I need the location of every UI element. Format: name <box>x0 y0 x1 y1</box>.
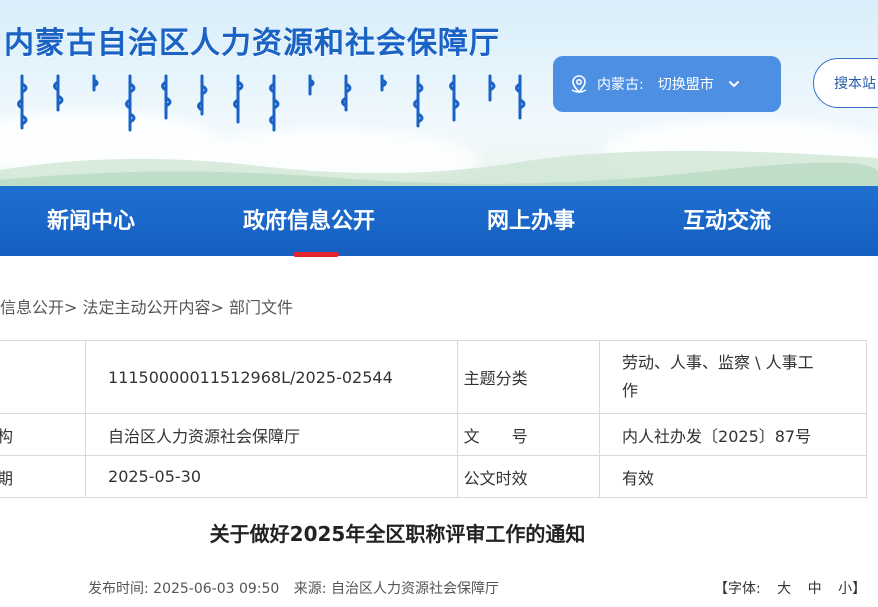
article-title: 关于做好2025年全区职称评审工作的通知 <box>209 522 586 546</box>
main-nav: 新闻中心 政府信息公开 网上办事 互动交流 <box>0 186 878 256</box>
org-key: 构 <box>0 413 87 456</box>
location-pin-icon <box>571 75 587 94</box>
site-banner: 内蒙古自治区人力资源和社会保障厅 内蒙古: 切换盟市 搜本站 <box>0 0 878 190</box>
region-switch-button[interactable]: 内蒙古: 切换盟市 <box>553 56 781 112</box>
index-no-key <box>0 340 87 414</box>
font-size-large[interactable]: 大 <box>777 581 791 597</box>
breadcrumb-separator: > <box>210 298 230 317</box>
breadcrumb-item[interactable]: 府信息公开 <box>0 298 64 317</box>
chevron-down-icon <box>728 81 739 88</box>
doc-no-key: 文 号 <box>456 413 601 456</box>
topic-value: 劳动、人事、监察 \ 人事工作 <box>599 340 867 414</box>
site-search-button[interactable]: 搜本站 <box>813 58 878 108</box>
topic-value-line2: 作 <box>622 381 639 400</box>
table-row: 期 2025-05-30 公文时效 有效 <box>0 455 867 498</box>
mongolian-script-logo <box>17 74 526 132</box>
breadcrumb: 府信息公开> 法定主动公开内容> 部门文件 <box>0 294 293 318</box>
doc-no-value: 内人社办发〔2025〕87号 <box>599 413 867 456</box>
document-info-table: 11150000011512968L/2025-02544 主题分类 劳动、人事… <box>0 340 867 498</box>
nav-item-news[interactable]: 新闻中心 <box>47 186 135 256</box>
breadcrumb-separator: > <box>64 298 83 317</box>
site-search-label: 搜本站 <box>834 76 876 92</box>
font-size-small[interactable]: 小】 <box>838 581 866 597</box>
site-title: 内蒙古自治区人力资源和社会保障厅 <box>4 26 500 61</box>
font-size-label: 【字体: <box>714 581 761 597</box>
source-value: 自治区人力资源社会保障厅 <box>330 581 499 597</box>
org-value: 自治区人力资源社会保障厅 <box>85 413 458 456</box>
nav-item-interaction[interactable]: 互动交流 <box>683 186 771 256</box>
topic-key: 主题分类 <box>456 340 601 414</box>
publish-time-label: 发布时间: <box>88 581 149 597</box>
region-switch-label: 切换盟市 <box>657 77 714 93</box>
date-value: 2025-05-30 <box>85 455 458 498</box>
publish-time: 2025-06-03 09:50 <box>153 581 280 597</box>
date-key: 期 <box>0 455 87 498</box>
nav-item-online-services[interactable]: 网上办事 <box>487 186 575 256</box>
validity-key: 公文时效 <box>456 455 601 498</box>
topic-value-line1: 劳动、人事、监察 \ 人事工 <box>622 353 814 372</box>
breadcrumb-item[interactable]: 法定主动公开内容 <box>83 298 211 317</box>
nav-active-indicator <box>293 252 339 257</box>
nav-item-gov-info[interactable]: 政府信息公开 <box>243 186 375 256</box>
source-label: 来源: <box>293 581 327 597</box>
region-current-label: 内蒙古: <box>597 77 644 93</box>
index-no-value: 11150000011512968L/2025-02544 <box>85 340 458 414</box>
font-size-medium[interactable]: 中 <box>808 581 822 597</box>
validity-value: 有效 <box>599 455 867 498</box>
table-row: 11150000011512968L/2025-02544 主题分类 劳动、人事… <box>0 340 867 414</box>
table-row: 构 自治区人力资源社会保障厅 文 号 内人社办发〔2025〕87号 <box>0 413 867 456</box>
article-meta: 发布时间: 2025-06-03 09:50 来源: 自治区人力资源社会保障厅 <box>88 578 499 598</box>
grassland-hills-decoration <box>0 150 878 190</box>
font-size-switcher: 【字体: 大 中 小】 <box>714 578 866 598</box>
breadcrumb-item[interactable]: 部门文件 <box>229 298 293 317</box>
